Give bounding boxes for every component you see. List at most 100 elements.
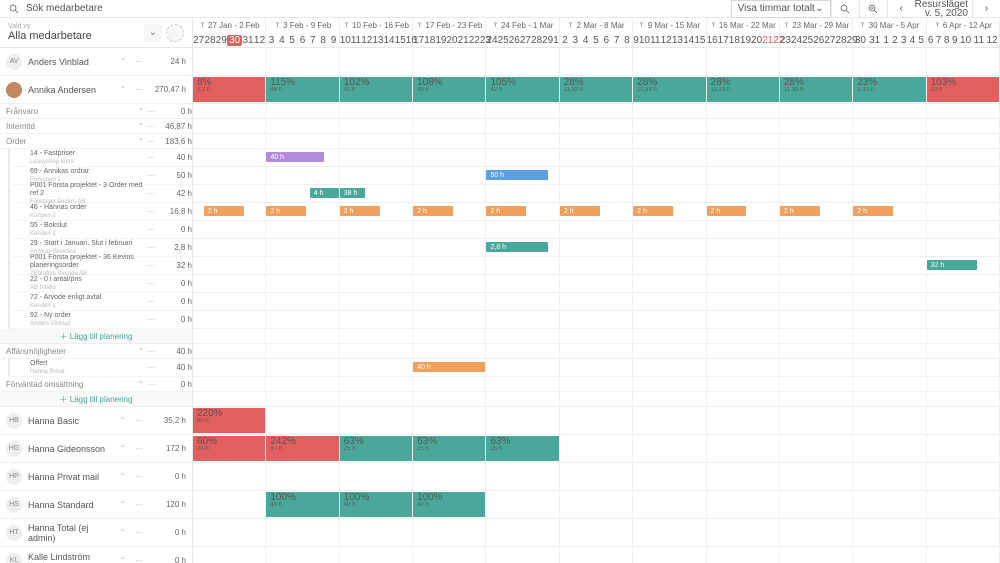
more-icon[interactable]: ⋯ [134, 556, 144, 563]
search-button[interactable] [831, 0, 859, 18]
order-row[interactable]: P001 Första projektet - 36 Kevins planer… [8, 257, 192, 275]
allocation-bar[interactable]: 63%25 h [486, 436, 558, 461]
allocation-bar[interactable]: 50 h [486, 170, 548, 180]
order-row[interactable]: 92 - Ny orderAnders Vinblad⋯0 h [8, 311, 192, 329]
chevron-icon[interactable]: ⌃ [118, 57, 128, 66]
allocation-bar[interactable]: 28%11,33 h [707, 77, 779, 102]
zoom-button[interactable] [859, 0, 887, 18]
chevron-icon[interactable]: ⌃ [118, 500, 128, 509]
category-row[interactable]: Affärsmöjligheter⌃⋯40 h [0, 344, 192, 359]
allocation-bar[interactable]: 2 h [853, 206, 893, 216]
add-planning-button[interactable]: ＋ Lägg till planering [0, 329, 192, 344]
allocation-bar[interactable]: 4 h [310, 188, 339, 198]
user-name: Kalle LindströmKund [28, 552, 112, 563]
allocation-bar[interactable]: 40 h [413, 362, 485, 372]
user-row[interactable]: Annika Andersen ⌃ ⋯270,47 h [0, 76, 192, 104]
allocation-bar[interactable]: 108%43 h [413, 77, 485, 102]
timeline-row [193, 329, 1000, 344]
chevron-icon[interactable]: ⌃ [118, 416, 128, 425]
offer-row[interactable]: OffertHanna Privat⋯40 h [8, 359, 192, 377]
avatar: HB [6, 413, 22, 429]
more-icon[interactable]: ⋯ [134, 528, 144, 537]
allocation-bar[interactable]: 8%3,2 h [193, 77, 265, 102]
order-row[interactable]: 55 - BokslutKunden 2⋯0 h [8, 221, 192, 239]
chevron-icon[interactable]: ⌃ [118, 444, 128, 453]
category-row[interactable]: Förväntad omsättning⌃⋯0 h [0, 377, 192, 392]
chevron-icon[interactable]: ⌃ [118, 556, 128, 563]
allocation-bar[interactable]: 32 h [927, 260, 978, 270]
allocation-bar[interactable]: 102%41 h [340, 77, 412, 102]
category-row[interactable]: Interntid⌃⋯46,87 h [0, 119, 192, 134]
timeline-row [193, 311, 1000, 329]
avatar [6, 82, 22, 98]
user-row[interactable]: AV Anders Vinblad ⌃ ⋯24 h [0, 48, 192, 76]
user-name: Hanna Total (ej admin) [28, 523, 112, 543]
week-column: 30 Mar - 5 Apr303112345 [853, 18, 926, 47]
allocation-bar[interactable]: 2 h [780, 206, 820, 216]
chevron-icon[interactable]: ⌃ [118, 528, 128, 537]
allocation-bar[interactable]: 2 h [340, 206, 380, 216]
allocation-bar[interactable]: 2 h [707, 206, 747, 216]
next-week[interactable]: › [972, 0, 1000, 18]
view-selector[interactable]: Visa timmar totalt ⌄ [731, 0, 831, 18]
allocation-bar[interactable]: 115%46 h [266, 77, 338, 102]
allocation-bar[interactable]: 100%40 h [340, 492, 412, 517]
allocation-bar[interactable]: 103%33 h [927, 77, 999, 102]
allocation-bar[interactable]: 60%24 h [193, 436, 265, 461]
user-row[interactable]: HG Hanna Gideonsson ⌃ ⋯172 h [0, 435, 192, 463]
user-row[interactable]: HT Hanna Total (ej admin) ⌃ ⋯0 h [0, 519, 192, 547]
user-row[interactable]: HP Hanna Privat mail ⌃ ⋯0 h [0, 463, 192, 491]
filter-add-icon[interactable] [166, 24, 184, 42]
more-icon[interactable]: ⋯ [134, 85, 144, 94]
allocation-bar[interactable]: 28%11,33 h [560, 77, 632, 102]
order-row[interactable]: 72 - Arvode enligt avtalKunden 2⋯0 h [8, 293, 192, 311]
allocation-bar[interactable]: 100%40 h [413, 492, 485, 517]
allocation-bar[interactable]: 63%25 h [340, 436, 412, 461]
order-row[interactable]: P001 Första projektet - 3 Order med ref … [8, 185, 192, 203]
user-row[interactable]: HB Hanna Basic ⌃ ⋯35,2 h [0, 407, 192, 435]
order-row[interactable]: 22 - 0 i antal/prisAB Intalio⋯0 h [8, 275, 192, 293]
allocation-bar[interactable]: 2 h [486, 206, 526, 216]
chevron-icon[interactable]: ⌃ [118, 472, 128, 481]
filter-selector[interactable]: Vald vy Alla medarbetare [8, 23, 140, 42]
more-icon[interactable]: ⋯ [134, 472, 144, 481]
timeline-row: 220%60 h [193, 407, 1000, 435]
filter-chevron-icon[interactable]: ⌄ [144, 24, 162, 42]
chevron-icon[interactable]: ⌃ [118, 85, 128, 94]
allocation-bar[interactable]: 2 h [633, 206, 673, 216]
order-row[interactable]: 46 - Hannas orderKunden 2⋯16,8 h [8, 203, 192, 221]
more-icon[interactable]: ⋯ [134, 444, 144, 453]
allocation-bar[interactable]: 38 h [340, 188, 365, 198]
allocation-bar[interactable]: 2 h [204, 206, 244, 216]
user-name: Hanna Gideonsson [28, 444, 112, 454]
allocation-bar[interactable]: 220%60 h [193, 408, 265, 433]
allocation-bar[interactable]: 40 h [266, 152, 324, 162]
timeline-grid: 27 Jan - 2 Feb272829303112 3 Feb - 9 Feb… [193, 18, 1000, 563]
allocation-bar[interactable]: 63%25 h [413, 436, 485, 461]
order-row[interactable]: 14 - FastpriserLeasyshop kund⋯40 h [8, 149, 192, 167]
category-row[interactable]: Frånvaro⌃⋯0 h [0, 104, 192, 119]
timeline-row: 8%3,2 h115%46 h102%41 h108%43 h105%42 h2… [193, 76, 1000, 104]
allocation-bar[interactable]: 23%9,33 h [853, 77, 925, 102]
allocation-bar[interactable]: 105%42 h [486, 77, 558, 102]
allocation-bar[interactable]: 2 h [413, 206, 453, 216]
allocation-bar[interactable]: 28%11,33 h [780, 77, 852, 102]
more-icon[interactable]: ⋯ [134, 500, 144, 509]
avatar: HS [6, 497, 22, 513]
allocation-bar[interactable]: 2 h [560, 206, 600, 216]
category-row[interactable]: Order⌃⋯183,6 h [0, 134, 192, 149]
add-planning-button[interactable]: ＋ Lägg till planering [0, 392, 192, 407]
timeline-row: 40 h [193, 149, 1000, 167]
user-row[interactable]: KL Kalle LindströmKund ⌃ ⋯0 h [0, 547, 192, 563]
search-bar[interactable]: Sök medarbetare [0, 3, 731, 15]
allocation-bar[interactable]: 2 h [266, 206, 306, 216]
more-icon[interactable]: ⋯ [134, 57, 144, 66]
allocation-bar[interactable]: 100%40 h [266, 492, 338, 517]
user-name: Annika Andersen [28, 85, 112, 95]
allocation-bar[interactable]: 28%11,33 h [633, 77, 705, 102]
more-icon[interactable]: ⋯ [134, 416, 144, 425]
user-row[interactable]: HS Hanna Standard ⌃ ⋯120 h [0, 491, 192, 519]
allocation-bar[interactable]: 242%97 h [266, 436, 338, 461]
allocation-bar[interactable]: 2,8 h [486, 242, 548, 252]
prev-week[interactable]: ‹ [887, 0, 915, 18]
